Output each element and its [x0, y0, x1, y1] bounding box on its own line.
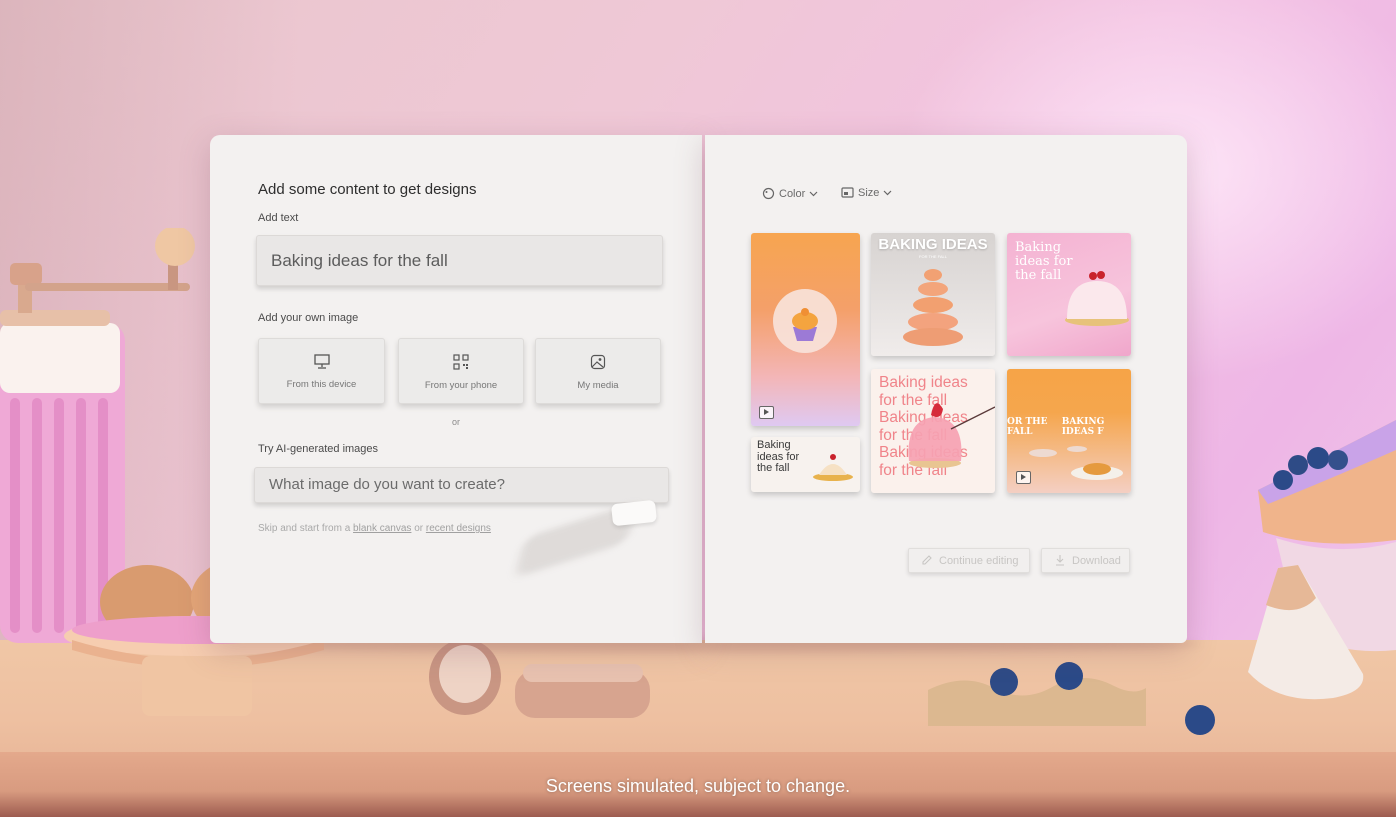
design-card-3[interactable]: Baking ideas for the fall — [1007, 233, 1131, 356]
design-card-2[interactable]: BAKING IDEAS FOR THE FALL — [871, 233, 995, 356]
or-divider: or — [452, 417, 460, 427]
qr-code-icon — [453, 354, 469, 370]
my-media-button[interactable]: My media — [535, 338, 661, 404]
add-image-label: Add your own image — [258, 312, 358, 324]
resize-icon — [841, 187, 854, 199]
monitor-icon — [314, 354, 330, 369]
image-icon — [590, 354, 606, 370]
video-icon — [1016, 471, 1031, 484]
from-device-label: From this device — [287, 379, 357, 390]
cupcake-illustration — [751, 233, 860, 426]
add-text-label: Add text — [258, 212, 298, 224]
ai-prompt-input[interactable]: What image do you want to create? — [254, 467, 669, 503]
skip-text: Skip and start from a blank canvas or re… — [258, 523, 491, 534]
card-4-text: Baking ideas for the fall — [757, 440, 807, 475]
panel-title: Add some content to get designs — [258, 181, 476, 198]
chevron-down-icon — [809, 191, 818, 197]
download-label: Download — [1072, 555, 1121, 567]
design-card-1[interactable] — [751, 233, 860, 426]
blank-canvas-link[interactable]: blank canvas — [353, 523, 411, 534]
continue-editing-button[interactable]: Continue editing — [908, 548, 1030, 573]
download-button[interactable]: Download — [1041, 548, 1130, 573]
design-card-5[interactable]: Baking ideas for the fall Baking ideas f… — [871, 369, 995, 493]
pencil-icon — [921, 554, 933, 566]
color-filter-button[interactable]: Color — [762, 187, 818, 200]
strawberry-cake-illustration — [871, 369, 995, 493]
continue-editing-label: Continue editing — [939, 555, 1019, 567]
macaron-tower-illustration — [871, 233, 995, 356]
skip-prefix: Skip and start from a — [258, 523, 350, 534]
recent-designs-link[interactable]: recent designs — [426, 523, 491, 534]
my-media-label: My media — [577, 380, 618, 391]
text-input[interactable]: Baking ideas for the fall — [256, 235, 663, 286]
design-card-6[interactable]: OR THE FALL BAKING IDEAS F — [1007, 369, 1131, 493]
from-device-button[interactable]: From this device — [258, 338, 385, 404]
size-filter-label: Size — [858, 187, 879, 199]
from-phone-button[interactable]: From your phone — [398, 338, 524, 404]
ai-images-label: Try AI-generated images — [258, 443, 378, 455]
from-phone-label: From your phone — [425, 380, 497, 391]
tart-illustration — [811, 445, 857, 485]
cursor-pointer — [611, 500, 657, 526]
dome-cake-illustration — [1007, 233, 1131, 356]
design-card-4[interactable]: Baking ideas for the fall — [751, 437, 860, 492]
blueberry-decor — [924, 660, 1224, 740]
size-filter-button[interactable]: Size — [841, 187, 892, 199]
chevron-down-icon — [883, 190, 892, 196]
download-icon — [1054, 554, 1066, 566]
skip-or: or — [414, 523, 423, 534]
caption-subtitle: Screens simulated, subject to change. — [0, 776, 1396, 797]
video-icon — [759, 406, 774, 419]
palette-icon — [762, 187, 775, 200]
bowl-timer-decor — [1228, 420, 1396, 710]
cookie-cutter-decor — [420, 632, 660, 727]
color-filter-label: Color — [779, 188, 805, 200]
